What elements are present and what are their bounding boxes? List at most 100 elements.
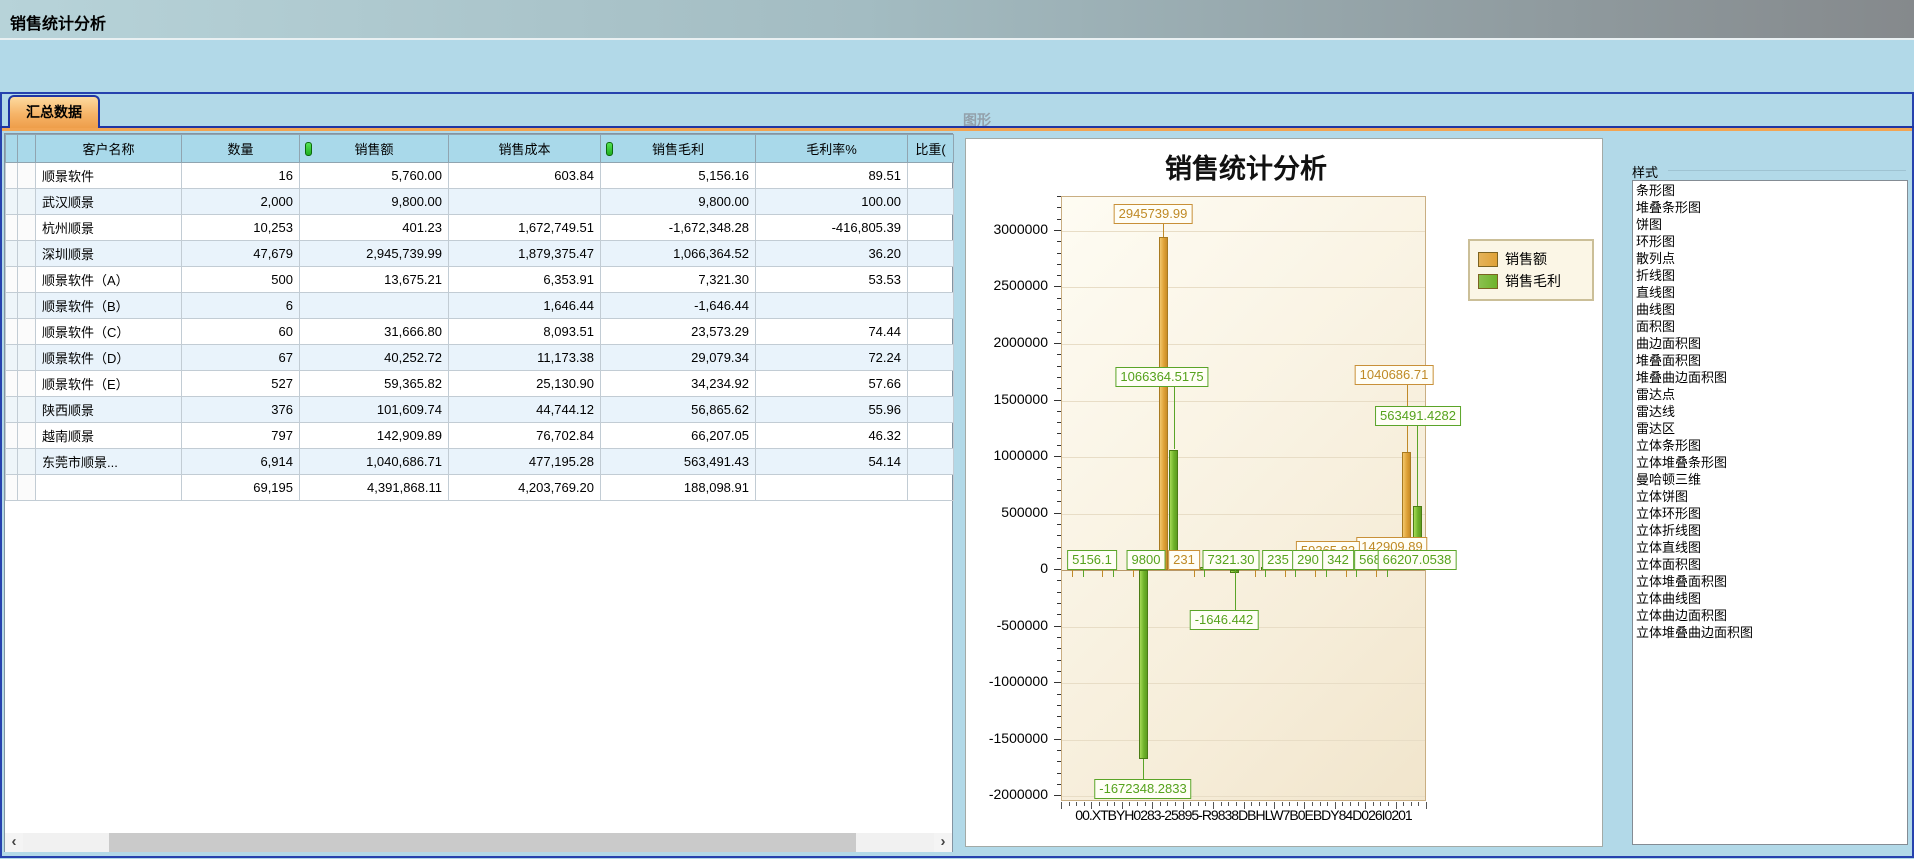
data-label: 9800 xyxy=(1127,550,1166,570)
style-option[interactable]: 堆叠曲边面积图 xyxy=(1633,369,1907,386)
table-row[interactable]: 顺景软件（E）52759,365.8225,130.9034,234.9257.… xyxy=(6,371,954,397)
style-option[interactable]: 曲线图 xyxy=(1633,301,1907,318)
table-row[interactable]: 杭州顺景10,253401.231,672,749.51-1,672,348.2… xyxy=(6,215,954,241)
table-cell: 9,800.00 xyxy=(300,189,449,215)
legend-swatch-icon xyxy=(1478,252,1498,267)
table-cell: 72.24 xyxy=(756,345,908,371)
x-axis-tick xyxy=(1342,802,1343,806)
column-header-4[interactable]: 销售成本 xyxy=(449,135,601,163)
row-marker-header xyxy=(18,135,36,163)
column-header-label: 比重( xyxy=(915,142,945,157)
table-cell: 46.32 xyxy=(756,423,908,449)
data-label: -1672348.2833 xyxy=(1094,779,1191,799)
style-option[interactable]: 饼图 xyxy=(1633,216,1907,233)
style-option[interactable]: 面积图 xyxy=(1633,318,1907,335)
style-option[interactable]: 曲边面积图 xyxy=(1633,335,1907,352)
style-option[interactable]: 曼哈顿三维 xyxy=(1633,471,1907,488)
callout-leader xyxy=(1163,224,1164,237)
y-axis-tick xyxy=(1057,501,1061,502)
row-marker-cell xyxy=(6,345,18,371)
style-option[interactable]: 堆叠条形图 xyxy=(1633,199,1907,216)
style-option[interactable]: 折线图 xyxy=(1633,267,1907,284)
style-option[interactable]: 堆叠面积图 xyxy=(1633,352,1907,369)
y-axis-tick xyxy=(1057,366,1061,367)
row-marker-cell xyxy=(6,293,18,319)
summary-table: 客户名称数量 销售额 销售成本销售毛利毛利率% 比重( 顺景软件165,760.006… xyxy=(5,134,954,501)
table-cell xyxy=(908,319,954,345)
callout-leader xyxy=(1143,759,1144,779)
style-option[interactable]: 立体条形图 xyxy=(1633,437,1907,454)
column-header-5[interactable]: 销售毛利 xyxy=(601,135,756,163)
chart-panel: 销售统计分析 2945739.991066364.51751040686.715… xyxy=(965,138,1603,847)
style-option[interactable]: 立体折线图 xyxy=(1633,522,1907,539)
style-option[interactable]: 立体曲边面积图 xyxy=(1633,607,1907,624)
style-option[interactable]: 立体堆叠曲边面积图 xyxy=(1633,624,1907,641)
style-option[interactable]: 立体堆叠条形图 xyxy=(1633,454,1907,471)
table-row[interactable]: 深圳顺景47,6792,945,739.991,879,375.471,066,… xyxy=(6,241,954,267)
scroll-left-icon[interactable]: ‹ xyxy=(5,833,23,852)
style-option[interactable]: 散列点 xyxy=(1633,250,1907,267)
table-row[interactable]: 陕西顺景376101,609.7444,744.1256,865.6255.96 xyxy=(6,397,954,423)
column-header-7[interactable]: 比重( xyxy=(908,135,954,163)
y-axis-tick xyxy=(1057,524,1061,525)
data-label: 563491.4282 xyxy=(1375,406,1461,426)
table-row[interactable]: 顺景软件（D）6740,252.7211,173.3829,079.3472.2… xyxy=(6,345,954,371)
style-option[interactable]: 立体环形图 xyxy=(1633,505,1907,522)
table-row[interactable]: 顺景软件（C）6031,666.808,093.5123,573.2974.44 xyxy=(6,319,954,345)
y-axis-tick xyxy=(1057,750,1061,751)
green-indicator-icon xyxy=(606,142,613,156)
style-option[interactable]: 雷达区 xyxy=(1633,420,1907,437)
legend-entry: 销售毛利 xyxy=(1478,271,1584,291)
chart-style-listbox[interactable]: 条形图堆叠条形图饼图环形图散列点折线图直线图曲线图面积图曲边面积图堆叠面积图堆叠… xyxy=(1632,180,1908,845)
table-cell: 13,675.21 xyxy=(300,267,449,293)
callout-leader xyxy=(1174,387,1175,449)
column-header-label: 销售额 xyxy=(354,142,393,157)
y-axis-tick-label: -1000000 xyxy=(968,673,1048,689)
column-header-1[interactable]: 客户名称 xyxy=(36,135,182,163)
y-axis-tick xyxy=(1057,716,1061,717)
column-header-3[interactable]: 销售额 xyxy=(300,135,449,163)
style-option[interactable]: 立体堆叠面积图 xyxy=(1633,573,1907,590)
x-axis-tick xyxy=(1259,802,1260,806)
style-option[interactable]: 雷达点 xyxy=(1633,386,1907,403)
column-header-2[interactable]: 数量 xyxy=(182,135,300,163)
x-axis-tick xyxy=(1137,802,1138,806)
table-cell xyxy=(908,475,954,501)
table-row[interactable]: 顺景软件165,760.00603.845,156.1689.51 xyxy=(6,163,954,189)
style-option[interactable]: 环形图 xyxy=(1633,233,1907,250)
table-row[interactable]: 顺景软件（B）61,646.44-1,646.44 xyxy=(6,293,954,319)
table-cell: 1,879,375.47 xyxy=(449,241,601,267)
x-axis-tick xyxy=(1282,802,1283,806)
table-row[interactable]: 越南顺景797142,909.8976,702.8466,207.0546.32 xyxy=(6,423,954,449)
style-option[interactable]: 雷达线 xyxy=(1633,403,1907,420)
column-header-6[interactable]: 毛利率% xyxy=(756,135,908,163)
y-axis-tick xyxy=(1057,298,1061,299)
table-cell xyxy=(908,345,954,371)
x-axis-tick xyxy=(1289,802,1290,806)
style-option[interactable]: 直线图 xyxy=(1633,284,1907,301)
style-option[interactable]: 立体曲线图 xyxy=(1633,590,1907,607)
scroll-right-icon[interactable]: › xyxy=(934,833,952,852)
data-label: 1040686.71 xyxy=(1355,365,1434,385)
tab-summary-data[interactable]: 汇总数据 xyxy=(8,95,100,128)
legend-entry: 销售额 xyxy=(1478,249,1584,269)
style-option[interactable]: 立体直线图 xyxy=(1633,539,1907,556)
x-axis-tick xyxy=(1175,802,1176,806)
x-axis-tick xyxy=(1190,802,1191,806)
table-total-row[interactable]: 69,1954,391,868.114,203,769.20188,098.91 xyxy=(6,475,954,501)
horizontal-scrollbar[interactable]: ‹ › xyxy=(5,833,952,852)
style-option[interactable]: 立体面积图 xyxy=(1633,556,1907,573)
table-row[interactable]: 武汉顺景2,0009,800.009,800.00100.00 xyxy=(6,189,954,215)
table-row[interactable]: 东莞市顺景...6,9141,040,686.71477,195.28563,4… xyxy=(6,449,954,475)
table-row[interactable]: 顺景软件（A）50013,675.216,353.917,321.3053.53 xyxy=(6,267,954,293)
scrollbar-thumb[interactable] xyxy=(109,833,856,852)
table-cell: 101,609.74 xyxy=(300,397,449,423)
y-axis-tick-label: 500000 xyxy=(968,504,1048,520)
gridline xyxy=(1062,344,1425,345)
table-cell: 6,353.91 xyxy=(449,267,601,293)
style-option[interactable]: 条形图 xyxy=(1633,182,1907,199)
x-axis-tick xyxy=(1107,802,1108,806)
title-bar: 销售统计分析 xyxy=(0,0,1914,40)
table-cell: 142,909.89 xyxy=(300,423,449,449)
style-option[interactable]: 立体饼图 xyxy=(1633,488,1907,505)
